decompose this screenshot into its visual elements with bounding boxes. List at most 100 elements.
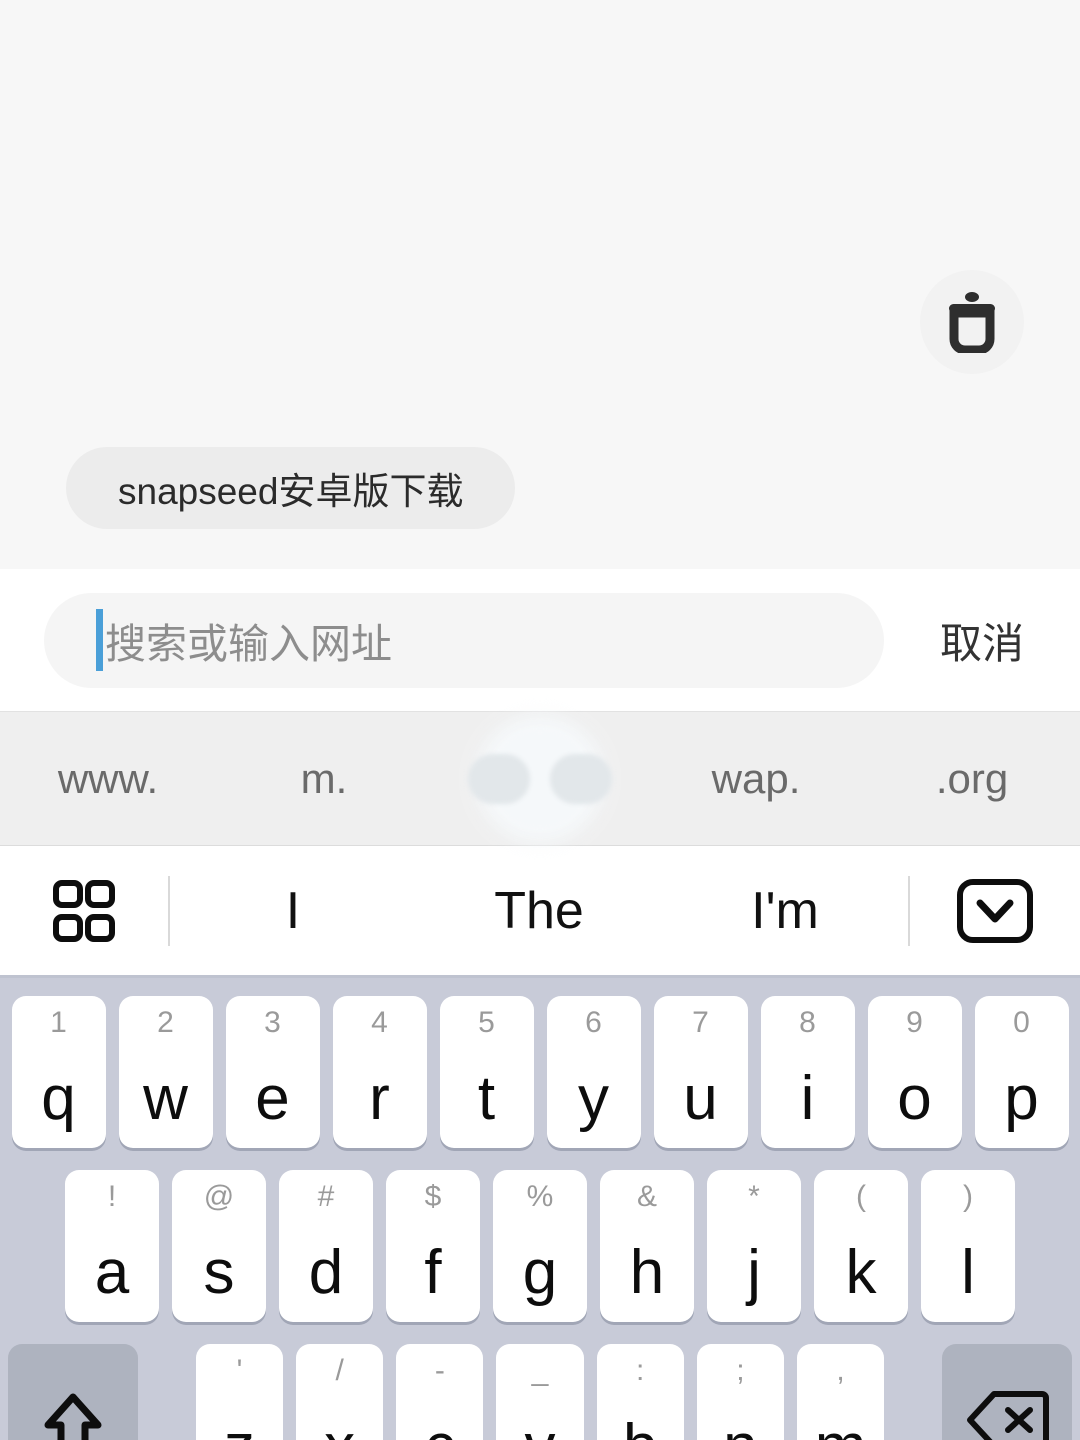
- key-sublabel: ': [236, 1354, 243, 1387]
- key-label: a: [94, 1238, 130, 1307]
- key-label: g: [522, 1238, 558, 1307]
- key-sublabel: :: [636, 1354, 645, 1387]
- key-label: m: [815, 1416, 867, 1440]
- key-sublabel: -: [434, 1354, 445, 1387]
- suggestion-word-list: I The I'm: [170, 881, 908, 941]
- key-label: c: [424, 1416, 455, 1440]
- history-chip-label: snapseed安卓版下载: [118, 471, 464, 512]
- address-bar: 搜索或输入网址 取消: [0, 569, 1080, 711]
- key-label: o: [897, 1064, 932, 1133]
- domain-shortcut-label: .org: [935, 754, 1009, 802]
- backspace-key[interactable]: [942, 1344, 1072, 1440]
- key-label: n: [723, 1416, 757, 1440]
- key-sublabel: 5: [478, 1006, 495, 1039]
- key-label: f: [424, 1238, 442, 1307]
- keyboard-suggestion-bar: I The I'm: [0, 846, 1080, 978]
- key-x[interactable]: /x: [296, 1344, 384, 1440]
- key-sublabel: @: [203, 1180, 235, 1213]
- text-caret: [96, 609, 103, 671]
- key-sublabel: (: [856, 1180, 866, 1213]
- key-label: i: [800, 1064, 815, 1133]
- key-label: u: [683, 1064, 718, 1133]
- key-e[interactable]: 3e: [225, 996, 320, 1148]
- key-sublabel: &: [636, 1180, 657, 1213]
- key-h[interactable]: & h: [600, 1170, 694, 1322]
- key-sublabel: 9: [906, 1006, 923, 1039]
- key-z[interactable]: 'z: [195, 1344, 284, 1440]
- domain-shortcut-wap[interactable]: wap.: [648, 712, 864, 845]
- chevron-down-icon: [957, 878, 1033, 943]
- key-g[interactable]: % g: [493, 1170, 587, 1322]
- domain-shortcut-label: m.: [300, 754, 348, 802]
- key-t[interactable]: 5t: [439, 996, 534, 1148]
- key-q[interactable]: 1q: [11, 996, 106, 1148]
- domain-shortcut-label: .com: [494, 755, 585, 803]
- clear-history-button[interactable]: [920, 270, 1024, 374]
- key-label: t: [477, 1064, 496, 1133]
- history-chip[interactable]: snapseed安卓版下载: [66, 447, 516, 529]
- domain-shortcut-bar: www. m. .com wap. .org: [0, 711, 1080, 846]
- key-o[interactable]: 9o: [867, 996, 962, 1148]
- domain-shortcut-m[interactable]: m.: [216, 712, 432, 845]
- suggestion-word[interactable]: I'm: [662, 881, 908, 941]
- key-s[interactable]: @ s: [172, 1170, 266, 1322]
- shift-arrow-icon: [44, 1393, 102, 1440]
- suggestion-word[interactable]: The: [416, 881, 662, 941]
- key-sublabel: %: [526, 1180, 554, 1213]
- keyboard-apps-button[interactable]: [0, 879, 168, 942]
- search-history-panel: snapseed安卓版下载: [0, 0, 1080, 569]
- shift-key[interactable]: [8, 1344, 138, 1440]
- key-label: q: [41, 1064, 76, 1133]
- key-sublabel: 7: [692, 1006, 709, 1039]
- key-f[interactable]: $ f: [386, 1170, 480, 1322]
- backspace-icon: [967, 1391, 1050, 1440]
- key-sublabel: 3: [264, 1006, 281, 1039]
- key-sublabel: $: [424, 1180, 442, 1213]
- key-u[interactable]: 7u: [653, 996, 748, 1148]
- key-sublabel: ,: [836, 1354, 845, 1387]
- key-sublabel: ;: [736, 1354, 745, 1387]
- grid-apps-icon: [53, 879, 115, 942]
- key-m[interactable]: ,m: [796, 1344, 885, 1440]
- key-label: v: [525, 1416, 556, 1440]
- domain-shortcut-org[interactable]: .org: [864, 712, 1080, 845]
- key-label: j: [747, 1238, 761, 1307]
- key-k[interactable]: (k: [814, 1170, 908, 1322]
- key-sublabel: 4: [371, 1006, 388, 1039]
- suggestion-word[interactable]: I: [170, 881, 416, 941]
- key-sublabel: *: [748, 1180, 760, 1213]
- on-screen-keyboard: 1q 2w 3e 4r 5t 6y 7u 8i 9o 0p ! a @ s # d $…: [0, 978, 1080, 1440]
- key-v[interactable]: _v: [496, 1344, 584, 1440]
- key-r[interactable]: 4r: [332, 996, 427, 1148]
- key-d[interactable]: # d: [279, 1170, 373, 1322]
- key-c[interactable]: -c: [396, 1344, 484, 1440]
- key-label: w: [143, 1064, 188, 1133]
- key-sublabel: #: [317, 1180, 335, 1213]
- domain-shortcut-label: wap.: [711, 754, 801, 802]
- key-sublabel: ): [963, 1180, 973, 1213]
- key-j[interactable]: * j: [707, 1170, 801, 1322]
- key-label: z: [224, 1416, 255, 1440]
- key-i[interactable]: 8i: [760, 996, 855, 1148]
- key-a[interactable]: ! a: [65, 1170, 159, 1322]
- key-b[interactable]: :b: [596, 1344, 684, 1440]
- row3-spacer-left: [151, 1344, 183, 1440]
- key-n[interactable]: ;n: [696, 1344, 784, 1440]
- domain-shortcut-label: www.: [57, 754, 159, 802]
- key-label: d: [308, 1238, 344, 1307]
- hide-keyboard-button[interactable]: [910, 878, 1080, 944]
- keyboard-row-2: ! a @ s # d $ f % g & h * j (k ) l: [8, 1170, 1072, 1322]
- key-y[interactable]: 6y: [546, 996, 641, 1148]
- key-sublabel: /: [335, 1354, 344, 1387]
- key-label: x: [324, 1416, 355, 1440]
- url-input-field[interactable]: 搜索或输入网址: [44, 592, 884, 688]
- browser-search-screen: snapseed安卓版下载 搜索或输入网址 取消 www. m. .com wa…: [0, 0, 1080, 1440]
- row3-spacer-right: [897, 1344, 929, 1440]
- cancel-button[interactable]: 取消: [884, 610, 1080, 671]
- domain-shortcut-www[interactable]: www.: [0, 712, 216, 845]
- key-label: k: [845, 1238, 877, 1307]
- domain-shortcut-com[interactable]: .com: [432, 712, 648, 845]
- key-p[interactable]: 0p: [974, 996, 1069, 1148]
- key-l[interactable]: ) l: [921, 1170, 1015, 1322]
- key-w[interactable]: 2w: [118, 996, 213, 1148]
